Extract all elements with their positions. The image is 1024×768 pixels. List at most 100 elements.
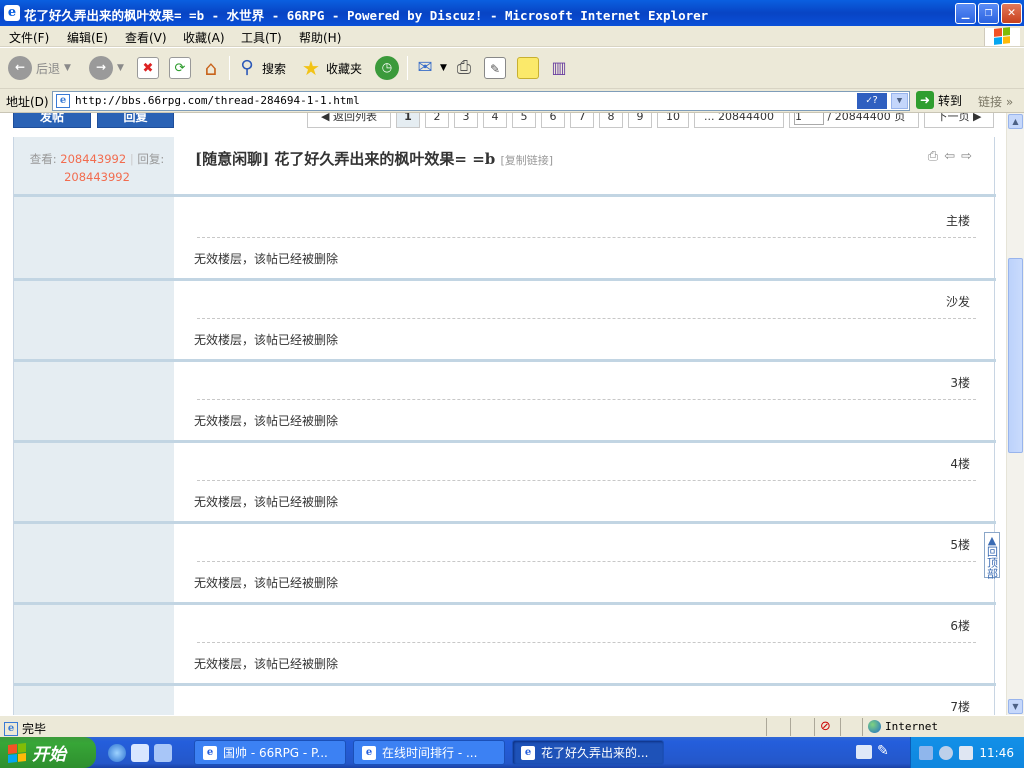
discuss-button[interactable] [517, 54, 539, 82]
post-area: 查看: 208443992 | 回复: 208443992 [随意闲聊] 花了好… [13, 137, 996, 715]
close-button[interactable]: ✕ [1001, 3, 1022, 24]
post-message: 无效楼层，该帖已经被删除 [194, 414, 339, 428]
scroll-down-arrow-icon[interactable]: ▼ [1008, 699, 1023, 714]
zone-label: Internet [885, 720, 938, 733]
floor-number[interactable]: 6楼 [950, 617, 970, 634]
popup-blocked-icon[interactable]: ⊘ [820, 719, 831, 734]
research-icon: ▥ [551, 58, 567, 77]
next-thread-icon[interactable]: ⇨ [961, 149, 972, 164]
page-6[interactable]: 6 [541, 113, 565, 128]
taskbar-item-active[interactable]: e 花了好久弄出来的... [512, 740, 664, 765]
copy-link[interactable]: [复制链接] [501, 154, 554, 167]
menu-view[interactable]: 查看(V) [125, 29, 167, 46]
go-arrow-icon: ➜ [916, 91, 934, 109]
scroll-up-arrow-icon[interactable]: ▲ [1008, 114, 1023, 129]
go-label: 转到 [938, 93, 963, 108]
menu-edit[interactable]: 编辑(E) [67, 29, 108, 46]
scroll-thumb[interactable] [1008, 258, 1023, 453]
pen-icon[interactable]: ✎ [877, 743, 889, 759]
back-to-list-link[interactable]: ◀ 返回列表 [307, 113, 391, 128]
print-icon[interactable]: ⎙ [928, 149, 938, 164]
page-done-icon: e [4, 721, 18, 736]
minimize-button[interactable]: _ [955, 3, 976, 24]
menu-file[interactable]: 文件(F) [9, 29, 49, 46]
volume-icon[interactable] [939, 745, 954, 760]
start-label: 开始 [32, 745, 66, 765]
reply-button[interactable]: 回复 [97, 113, 174, 128]
favorites-button[interactable]: ★ 收藏夹 [300, 54, 362, 82]
edit-button[interactable]: ✎ [484, 54, 506, 82]
search-assist-icon[interactable]: ✓? [857, 93, 887, 109]
show-desktop-icon[interactable] [154, 744, 172, 762]
vertical-scrollbar[interactable]: ▲ ▼ [1006, 113, 1024, 715]
floor-number[interactable]: 沙发 [946, 293, 970, 310]
stop-button[interactable]: ✖ [137, 54, 159, 82]
keyboard-icon[interactable] [856, 745, 872, 759]
search-button[interactable]: ⚲ 搜索 [236, 54, 286, 82]
thread-header: 查看: 208443992 | 回复: 208443992 [随意闲聊] 花了好… [14, 137, 996, 197]
research-button[interactable]: ▥ [548, 54, 570, 82]
go-button[interactable]: ➜ 转到 [916, 91, 962, 109]
page-last[interactable]: ... 20844400 [694, 113, 784, 128]
floor-number[interactable]: 3楼 [950, 374, 970, 391]
address-bar: 地址(D) e http://bbs.66rpg.com/thread-2846… [0, 89, 1024, 113]
back-to-list-label: 返回列表 [332, 113, 377, 123]
page-8[interactable]: 8 [599, 113, 623, 128]
menu-help[interactable]: 帮助(H) [299, 29, 341, 46]
page-1[interactable]: 1 [396, 113, 420, 128]
ie-icon: e [521, 745, 535, 760]
network-icon[interactable] [919, 745, 934, 760]
floor-number[interactable]: 4楼 [950, 455, 970, 472]
forward-button[interactable]: → ▼ [89, 54, 124, 82]
page-2[interactable]: 2 [425, 113, 449, 128]
floor-number[interactable]: 主楼 [946, 212, 970, 229]
display-icon[interactable] [959, 745, 974, 760]
taskbar-item[interactable]: e 在线时间排行 - ... [353, 740, 505, 765]
home-icon: ⌂ [204, 56, 218, 80]
printer-icon: ⎙ [456, 57, 472, 78]
page-7[interactable]: 7 [570, 113, 594, 128]
taskbar-item-label: 在线时间排行 - ... [382, 746, 478, 760]
menu-favorites[interactable]: 收藏(A) [183, 29, 225, 46]
status-bar: e 完毕 ⊘ Internet [0, 715, 1024, 737]
page-4[interactable]: 4 [483, 113, 507, 128]
home-button[interactable]: ⌂ [200, 54, 222, 82]
page-10[interactable]: 10 [657, 113, 689, 128]
page-3[interactable]: 3 [454, 113, 478, 128]
prev-thread-icon[interactable]: ⇦ [944, 149, 955, 164]
back-button[interactable]: ← 后退 ▼ [8, 54, 71, 82]
dropdown-arrow-icon[interactable]: ▼ [440, 63, 447, 73]
history-button[interactable]: ◷ [375, 54, 399, 82]
clock[interactable]: 11:46 [979, 746, 1014, 760]
page-5[interactable]: 5 [512, 113, 536, 128]
replies-label: 回复: [137, 152, 165, 166]
window-titlebar[interactable]: e 花了好久弄出来的枫叶效果= =b - 水世界 - 66RPG - Power… [0, 0, 1024, 26]
thread-actions: ⎙ ⇦ ⇨ [928, 149, 972, 164]
refresh-button[interactable]: ⟳ [169, 54, 191, 82]
page-input[interactable]: 1 [794, 113, 824, 125]
next-page-button[interactable]: 下一页 ▶ [924, 113, 994, 128]
dropdown-arrow-icon[interactable]: ▼ [117, 63, 124, 73]
mail-button[interactable]: ✉ ▼ [414, 54, 447, 82]
ie-quicklaunch-icon[interactable] [108, 744, 126, 762]
menu-tools[interactable]: 工具(T) [241, 29, 282, 46]
start-button[interactable]: 开始 [0, 737, 96, 768]
post-floor: 6楼 无效楼层，该帖已经被删除 [14, 605, 996, 686]
page-viewport[interactable]: 发帖 回复 ◀ 返回列表 1 2 3 4 5 6 7 8 9 10 ... 20… [0, 113, 1006, 715]
address-dropdown-icon[interactable]: ▼ [891, 93, 908, 109]
new-post-button[interactable]: 发帖 [13, 113, 91, 128]
dropdown-arrow-icon[interactable]: ▼ [64, 63, 71, 73]
floor-number[interactable]: 7楼 [950, 698, 970, 715]
links-label: 链接 [978, 95, 1003, 109]
print-button[interactable]: ⎙ [453, 54, 475, 82]
links-button[interactable]: 链接 » [978, 93, 1013, 110]
maximize-button[interactable]: ❐ [978, 3, 999, 24]
floor-number[interactable]: 5楼 [950, 536, 970, 553]
toolbar: ← 后退 ▼ → ▼ ✖ ⟳ ⌂ ⚲ 搜索 ★ 收藏夹 ◷ ✉ ▼ ⎙ ✎ ▥ [0, 48, 1024, 89]
address-input[interactable]: e http://bbs.66rpg.com/thread-284694-1-1… [52, 91, 910, 111]
page-9[interactable]: 9 [628, 113, 652, 128]
explorer-quicklaunch-icon[interactable] [131, 744, 149, 762]
note-icon [517, 57, 539, 79]
back-to-top-button[interactable]: ▲ 回顶部 [984, 532, 1000, 579]
taskbar-item[interactable]: e 国帅 - 66RPG - P... [194, 740, 346, 765]
